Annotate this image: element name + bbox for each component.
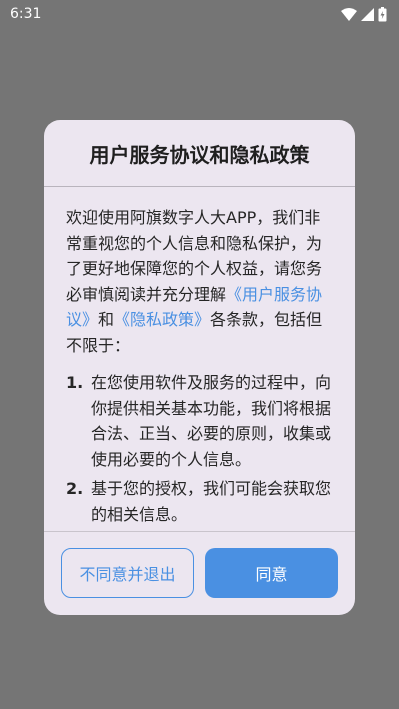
dialog-title: 用户服务协议和隐私政策 xyxy=(89,142,310,167)
intro-and-text: 和 xyxy=(98,310,115,329)
privacy-policy-link[interactable]: 《隐私政策》 xyxy=(114,310,210,329)
battery-icon xyxy=(378,6,387,22)
list-item: 2. 基于您的授权，我们可能会获取您的相关信息。 xyxy=(66,476,333,527)
wifi-icon xyxy=(341,7,357,21)
list-item-text: 基于您的授权，我们可能会获取您的相关信息。 xyxy=(91,479,332,524)
signal-icon xyxy=(361,7,374,21)
status-icons xyxy=(341,6,387,22)
status-time: 6:31 xyxy=(10,6,42,22)
status-bar: 6:31 xyxy=(0,0,399,28)
privacy-dialog: 用户服务协议和隐私政策 欢迎使用阿旗数字人大APP，我们非常重视您的个人信息和隐… xyxy=(44,120,355,615)
list-item-text: 在您使用软件及服务的过程中，向你提供相关基本功能，我们将根据合法、正当、必要的原… xyxy=(91,373,332,469)
dialog-content[interactable]: 欢迎使用阿旗数字人大APP，我们非常重视您的个人信息和隐私保护，为了更好地保障您… xyxy=(44,187,355,531)
button-divider xyxy=(44,531,355,532)
agree-button[interactable]: 同意 xyxy=(205,548,338,598)
list-item-number: 2. xyxy=(66,479,84,498)
disagree-exit-button[interactable]: 不同意并退出 xyxy=(61,548,194,598)
list-item: 1. 在您使用软件及服务的过程中，向你提供相关基本功能，我们将根据合法、正当、必… xyxy=(66,370,333,472)
intro-paragraph: 欢迎使用阿旗数字人大APP，我们非常重视您的个人信息和隐私保护，为了更好地保障您… xyxy=(66,205,333,358)
list-item-number: 1. xyxy=(66,373,84,392)
terms-list: 1. 在您使用软件及服务的过程中，向你提供相关基本功能，我们将根据合法、正当、必… xyxy=(66,370,333,527)
